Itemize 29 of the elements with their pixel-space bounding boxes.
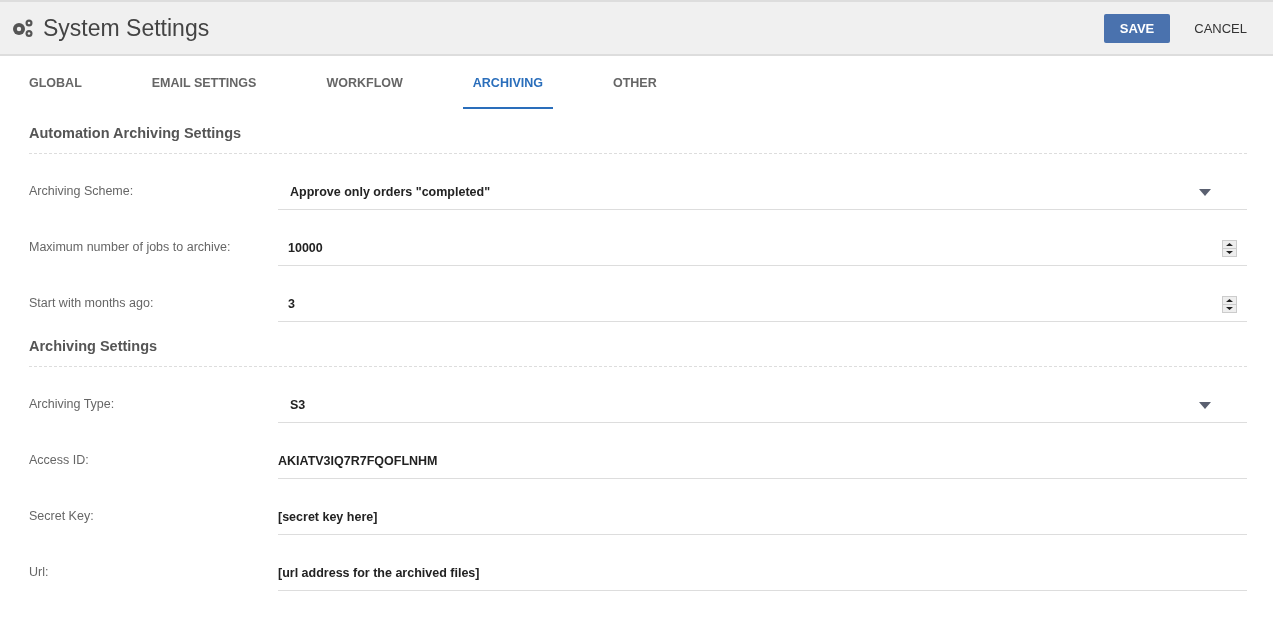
spinner-icon[interactable]: [1222, 295, 1237, 313]
input-field[interactable]: AKIATV3IQ7R7FQOFLNHM: [278, 444, 1247, 479]
tab[interactable]: GLOBAL: [19, 56, 92, 109]
cancel-button[interactable]: CANCEL: [1178, 13, 1263, 43]
spinner-icon[interactable]: [1222, 239, 1237, 257]
input-field[interactable]: [url address for the archived files]: [278, 556, 1247, 591]
field-label: Archiving Scheme:: [29, 184, 135, 200]
field-label: Url:: [29, 565, 50, 581]
caret-icon[interactable]: [1199, 401, 1211, 409]
section-title: Archiving Settings: [29, 322, 1247, 367]
tab[interactable]: WORKFLOW: [316, 56, 413, 109]
caret-icon[interactable]: [1199, 188, 1211, 196]
tab[interactable]: ARCHIVING: [462, 56, 553, 109]
page-title: System Settings: [43, 14, 211, 42]
field-label: Secret Key:: [29, 509, 95, 525]
select-field[interactable]: S3: [278, 388, 1247, 423]
tab[interactable]: OTHER: [602, 56, 667, 109]
field-label: Maximum number of jobs to archive:: [29, 240, 232, 256]
tab[interactable]: EMAIL SETTINGS: [141, 56, 267, 109]
field-label: Start with months ago:: [29, 296, 155, 312]
input-field[interactable]: [secret key here]: [278, 500, 1247, 535]
number-field[interactable]: 3: [278, 287, 1247, 322]
gears-icon: [11, 18, 35, 38]
field-label: Access ID:: [29, 453, 90, 469]
field-label: Archiving Type:: [29, 397, 116, 413]
number-field[interactable]: 10000: [278, 231, 1247, 266]
section-title: Automation Archiving Settings: [29, 109, 1247, 154]
select-field[interactable]: Approve only orders "completed": [278, 175, 1247, 210]
save-button[interactable]: SAVE: [1103, 13, 1171, 43]
